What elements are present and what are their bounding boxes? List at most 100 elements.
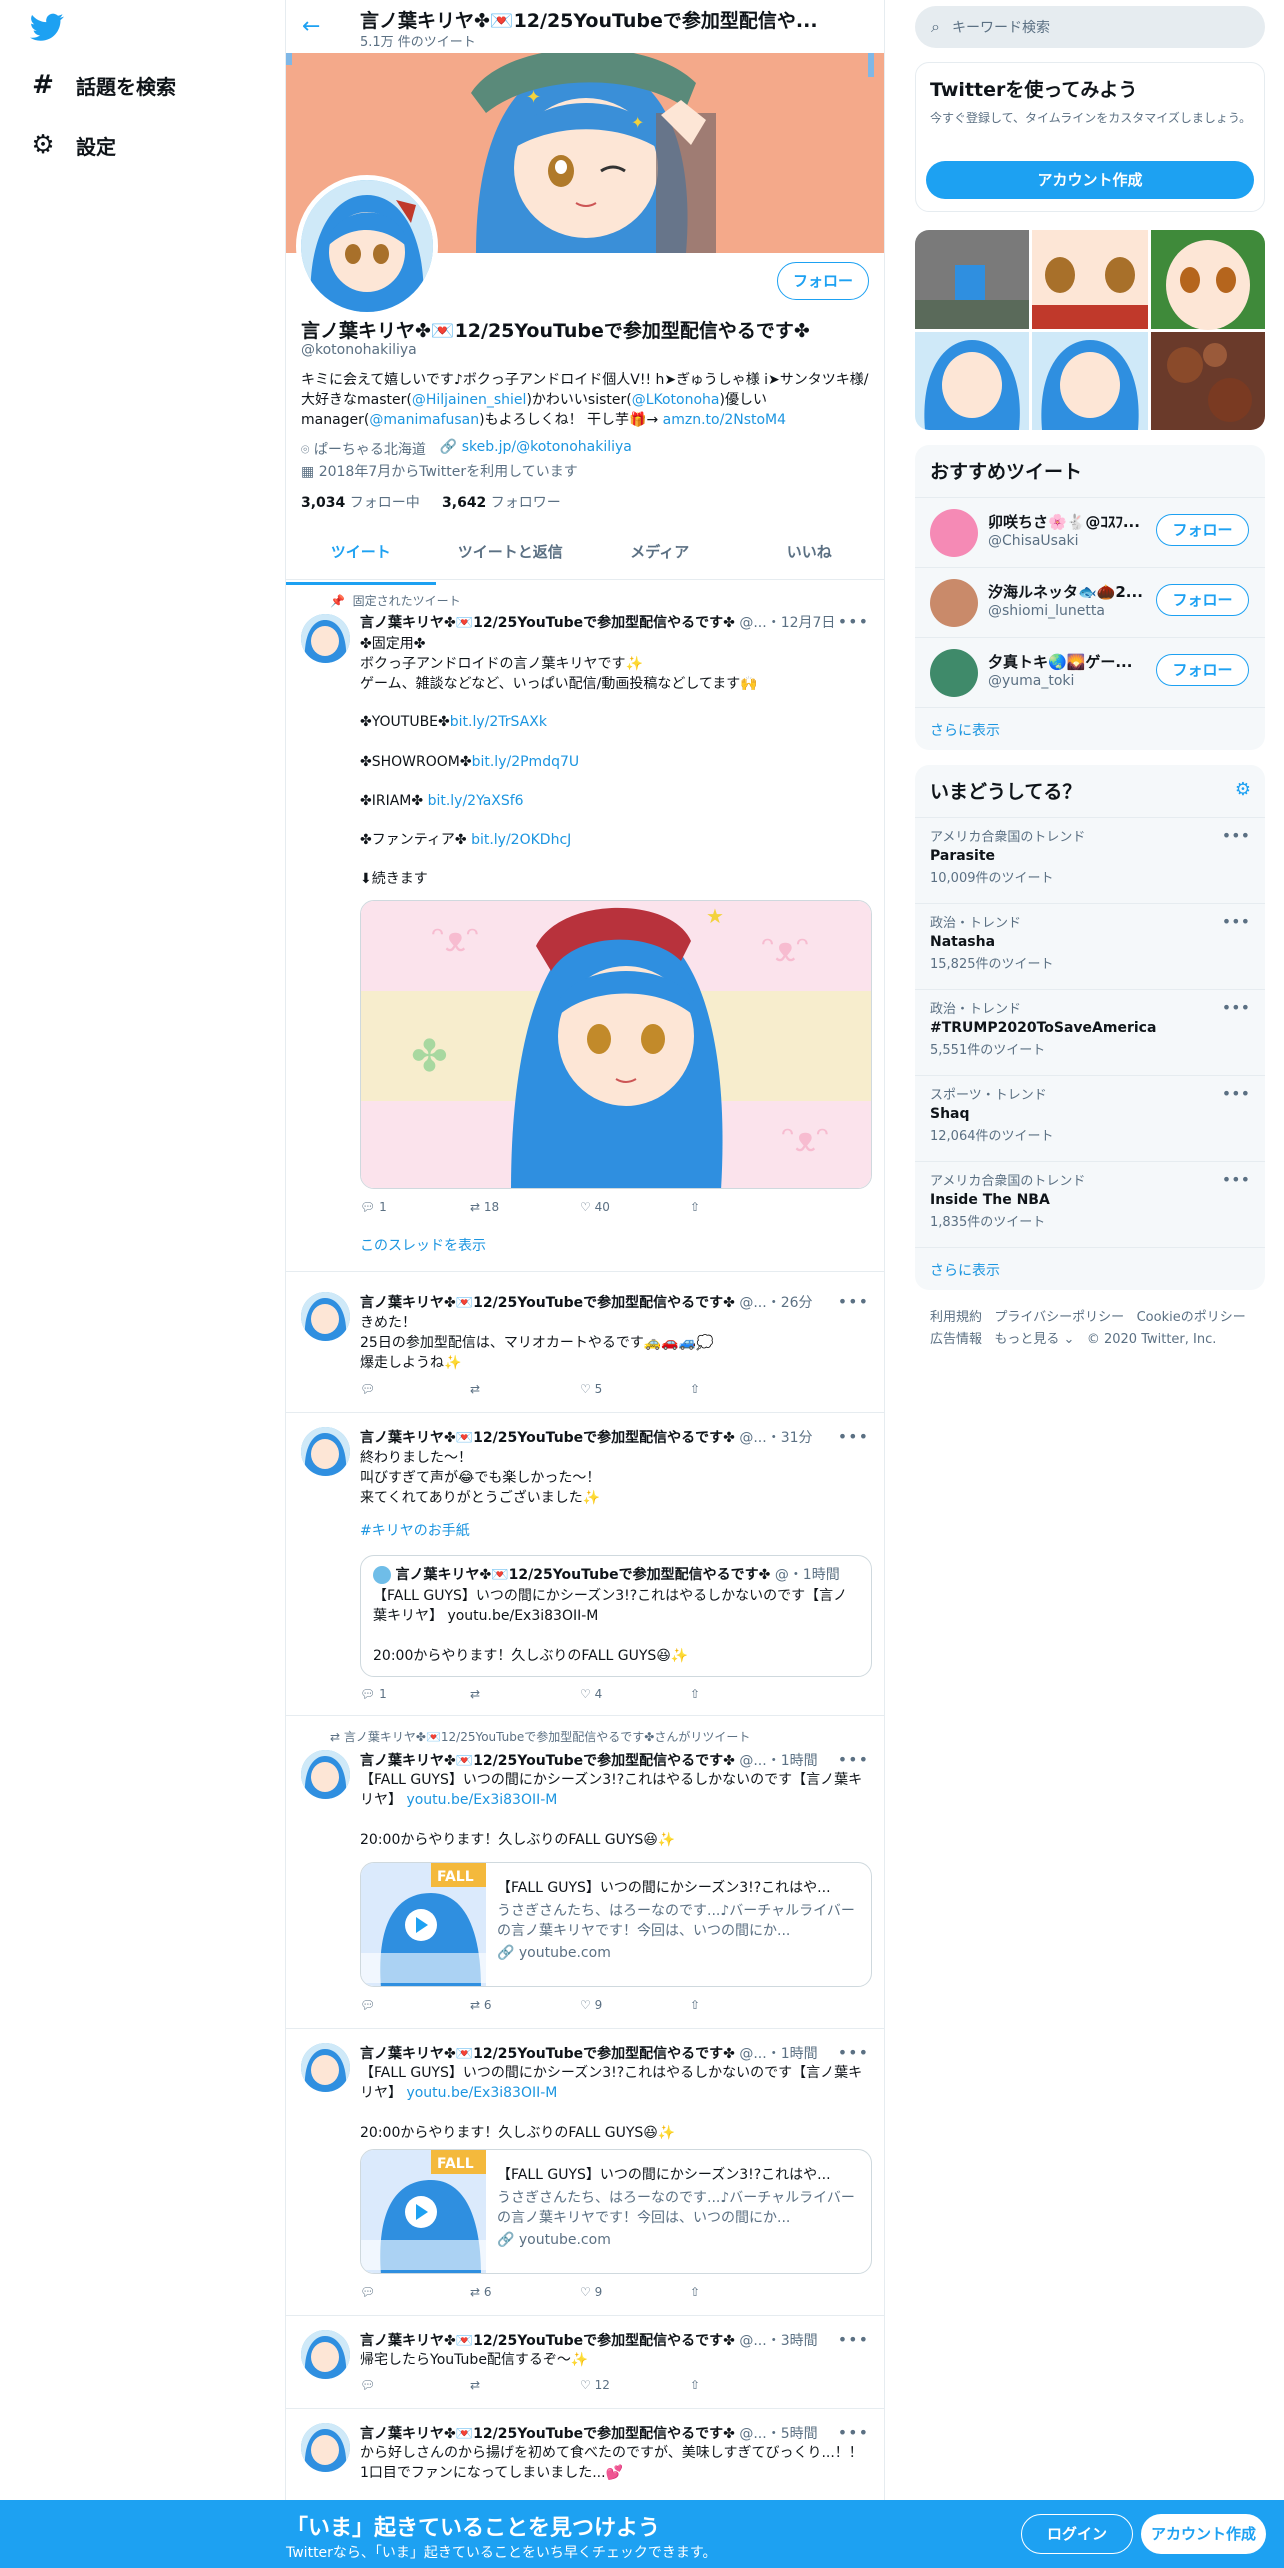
nav-settings[interactable]: ⚙ 設定 [30,125,116,165]
retweet-button[interactable]: ⇄ 18 [470,1200,580,1214]
more-icon[interactable]: ••• [1222,1170,1250,1189]
show-thread-link[interactable]: このスレッドを表示 [360,1236,872,1256]
bio-mention-link[interactable]: @Hiljainen_shiel [412,392,527,408]
quoted-tweet[interactable]: 言ノ葉キリヤ✤💌12/25YouTubeで参加型配信やるです✤ @・1時間 【F… [360,1555,872,1677]
more-icon[interactable]: ••• [838,1427,869,1446]
more-icon[interactable]: ••• [838,2423,869,2442]
reply-button[interactable]: 💬︎ [360,2285,470,2299]
share-button[interactable]: ⇧ [690,1382,800,1396]
following-link[interactable]: 3,034 フォロー中 [301,495,420,511]
follow-button[interactable]: フォロー [1156,514,1249,546]
retweet-button[interactable]: ⇄ 6 [470,1998,580,2012]
like-button[interactable]: ♡ 40 [580,1200,690,1214]
like-button[interactable]: ♡ 9 [580,2285,690,2299]
avatar[interactable] [301,1427,350,1476]
share-button[interactable]: ⇧ [690,2378,800,2392]
tweet-author[interactable]: 言ノ葉キリヤ✤💌12/25YouTubeで参加型配信やるです✤ [360,2426,735,2442]
bio-mention-link[interactable]: @LKotonoha [632,392,720,408]
tweet-author[interactable]: 言ノ葉キリヤ✤💌12/25YouTubeで参加型配信やるです✤ [360,1295,735,1311]
tweet-author[interactable]: 言ノ葉キリヤ✤💌12/25YouTubeで参加型配信やるです✤ [360,1753,735,1769]
signup-button[interactable]: アカウント作成 [1141,2514,1266,2554]
footer-link[interactable]: Cookieのポリシー [1137,1310,1246,1325]
more-icon[interactable]: ••• [1222,1084,1250,1103]
search-box[interactable]: ⌕ キーワード検索 [915,6,1265,48]
tweet[interactable]: 言ノ葉キリヤ✤💌12/25YouTubeで参加型配信やるです✤ @...・26分… [286,1278,884,1413]
tweet-meta[interactable]: @...・5時間 [739,2426,817,2442]
tweet-meta[interactable]: @...・3時間 [739,2333,817,2349]
showroom-link[interactable]: bit.ly/2Pmdq7U [472,754,580,770]
followers-link[interactable]: 3,642 フォロワー [442,495,561,511]
more-icon[interactable]: ••• [838,1750,869,1769]
tweet-author[interactable]: 言ノ葉キリヤ✤💌12/25YouTubeで参加型配信やるです✤ [360,2046,735,2062]
tweet[interactable]: 言ノ葉キリヤ✤💌12/25YouTubeで参加型配信やるです✤ @...・5時間… [286,2409,884,2509]
follow-button[interactable]: フォロー [1156,654,1249,686]
tab-tweets-replies[interactable]: ツイートと返信 [436,530,586,579]
avatar[interactable] [301,2330,350,2379]
avatar[interactable] [301,1750,350,1799]
more-icon[interactable]: ••• [1222,998,1250,1017]
reply-button[interactable]: 💬︎ [360,1998,470,2012]
gear-icon[interactable]: ⚙ [1235,779,1251,800]
trend-item[interactable]: スポーツ・トレンド Shaq 12,064件のツイート ••• [915,1075,1265,1161]
tweet-author[interactable]: 言ノ葉キリヤ✤💌12/25YouTubeで参加型配信やるです✤ [360,2333,735,2349]
share-button[interactable]: ⇧ [690,2285,800,2299]
share-button[interactable]: ⇧ [690,1687,800,1701]
like-button[interactable]: ♡ 5 [580,1382,690,1396]
youtube-link[interactable]: youtu.be/Ex3i83OII-M [406,2085,557,2101]
tweet-author[interactable]: 言ノ葉キリヤ✤💌12/25YouTubeで参加型配信やるです✤ [360,615,735,631]
retweet-button[interactable]: ⇄ [470,1687,580,1701]
tweet[interactable]: 言ノ葉キリヤ✤💌12/25YouTubeで参加型配信やるです✤ @...・1時間… [286,2029,884,2316]
tweet-retweeted[interactable]: ⇄ 言ノ葉キリヤ✤💌12/25YouTubeで参加型配信やるです✤さんがリツイー… [286,1716,884,2029]
tweet-meta[interactable]: @...・26分 [739,1295,812,1311]
footer-link[interactable]: プライバシーポリシー [994,1310,1124,1325]
avatar[interactable] [301,2043,350,2092]
trend-item[interactable]: アメリカ合衆国のトレンド Parasite 10,009件のツイート ••• [915,817,1265,903]
link-card[interactable]: FALL 【FALL GUYS】いつの間にかシーズン3!?これはや... うさぎ… [360,1862,872,1987]
nav-explore[interactable]: # 話題を検索 [30,65,176,105]
retweet-button[interactable]: ⇄ 6 [470,2285,580,2299]
tweet-meta[interactable]: @...・31分 [739,1430,812,1446]
reply-button[interactable]: 💬︎ [360,1382,470,1396]
tweet-meta[interactable]: @...・12月7日 [739,615,835,631]
trend-item[interactable]: アメリカ合衆国のトレンド Inside The NBA 1,835件のツイート ••• [915,1161,1265,1247]
footer-link[interactable]: 広告情報 [930,1332,982,1347]
back-arrow-icon[interactable]: ← [302,14,320,39]
show-more-link[interactable]: さらに表示 [915,707,1265,750]
tweet-pinned[interactable]: 📌 固定されたツイート 言ノ葉キリヤ✤💌12/25YouTubeで参加型配信やる… [286,580,884,1272]
bio-amazon-link[interactable]: amzn.to/2NstoM4 [663,412,786,428]
iriam-link[interactable]: bit.ly/2YaXSf6 [428,793,524,809]
tweet[interactable]: 言ノ葉キリヤ✤💌12/25YouTubeで参加型配信やるです✤ @...・3時間… [286,2316,884,2409]
reply-button[interactable]: 💬︎ 1 [360,1687,470,1701]
profile-avatar[interactable] [296,175,438,317]
recommended-user[interactable]: 夕真トキ🌏🌄ゲー... @yuma_toki フォロー [915,637,1265,707]
like-button[interactable]: ♡ 9 [580,1998,690,2012]
login-button[interactable]: ログイン [1021,2514,1133,2554]
more-icon[interactable]: ••• [838,612,869,631]
website-link[interactable]: skeb.jp/@kotonohakiliya [462,439,632,455]
more-icon[interactable]: ••• [1222,826,1250,845]
link-card[interactable]: FALL 【FALL GUYS】いつの間にかシーズン3!?これはや... うさぎ… [360,2149,872,2274]
more-icon[interactable]: ••• [838,1292,869,1311]
retweet-button[interactable]: ⇄ [470,1382,580,1396]
tweet-meta[interactable]: @...・1時間 [739,2046,817,2062]
fantia-link[interactable]: bit.ly/2OKDhcJ [471,832,571,848]
signup-button[interactable]: アカウント作成 [926,161,1254,199]
more-icon[interactable]: ••• [838,2330,869,2349]
follow-button[interactable]: フォロー [1156,584,1249,616]
footer-link[interactable]: もっと見る ⌄ [994,1332,1074,1347]
like-button[interactable]: ♡ 4 [580,1687,690,1701]
hashtag-link[interactable]: #キリヤのお手紙 [360,1521,872,1541]
avatar[interactable] [301,614,350,663]
avatar[interactable] [301,1292,350,1341]
share-button[interactable]: ⇧ [690,1200,800,1214]
recommended-user[interactable]: 汐海ルネッタ🐟🌰2... @shiomi_lunetta フォロー [915,567,1265,637]
youtube-link[interactable]: bit.ly/2TrSAXk [450,714,547,730]
tab-media[interactable]: メディア [585,530,735,579]
retweet-button[interactable]: ⇄ [470,2378,580,2392]
youtube-link[interactable]: youtu.be/Ex3i83OII-M [406,1792,557,1808]
follow-button[interactable]: フォロー [777,262,869,300]
more-icon[interactable]: ••• [838,2043,869,2062]
trend-item[interactable]: 政治・トレンド #TRUMP2020ToSaveAmerica 5,551件のツイー… [915,989,1265,1075]
trend-item[interactable]: 政治・トレンド Natasha 15,825件のツイート ••• [915,903,1265,989]
recommended-user[interactable]: 卯咲ちさ🌸🐇@ｺｽﾌ... @ChisaUsaki フォロー [915,497,1265,567]
